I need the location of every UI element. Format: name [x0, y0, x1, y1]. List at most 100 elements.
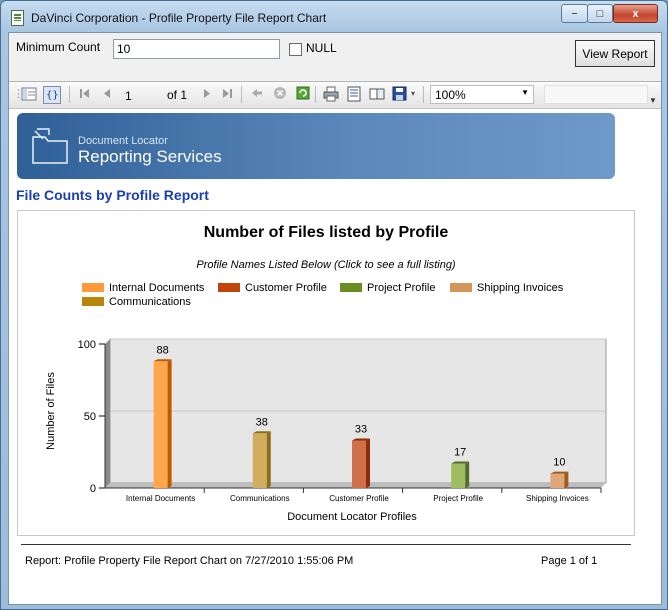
first-page-icon-graphic	[80, 89, 89, 98]
chart-legend: Internal Documents Customer Profile Projec…	[82, 282, 564, 308]
legend-label: Communications	[109, 296, 191, 308]
data-label: 17	[454, 447, 466, 459]
export-save-icon-graphic	[392, 86, 407, 101]
legend-swatch	[82, 297, 104, 306]
y-tick-label: 0	[90, 483, 96, 495]
bar[interactable]	[550, 473, 565, 488]
x-tick-label: Shipping Invoices	[526, 494, 589, 503]
y-axis-label: Number of Files	[45, 372, 57, 450]
toolbar-overflow-icon[interactable]: ▼	[649, 96, 657, 105]
null-label: NULL	[306, 41, 337, 55]
app-icon	[11, 10, 24, 26]
page-count-text: of 1	[167, 88, 188, 102]
close-button[interactable]: x	[613, 4, 658, 23]
data-label: 38	[256, 416, 268, 428]
x-tick-label: Customer Profile	[329, 494, 389, 503]
y-tick-label: 100	[78, 339, 96, 351]
title-bar[interactable]: DaVinci Corporation - Profile Property F…	[1, 1, 667, 33]
bar-side	[266, 431, 271, 488]
bar[interactable]	[352, 440, 366, 488]
view-report-button[interactable]: View Report	[575, 40, 655, 67]
refresh-icon-graphic	[296, 86, 310, 100]
export-save-icon[interactable]	[392, 86, 408, 102]
svg-text:{}: {}	[46, 90, 59, 101]
print-icon-graphic	[323, 86, 339, 102]
null-checkbox[interactable]	[289, 43, 302, 56]
data-label: 33	[355, 423, 367, 435]
client-area: Minimum Count NULL View Report ⋮ {} of 1	[8, 32, 662, 605]
back-icon-graphic	[252, 89, 262, 97]
plot-area: 0 50 100 88 Internal Documents 38 Communicatio…	[78, 338, 607, 503]
bar[interactable]	[451, 463, 466, 488]
toolbar-separator	[423, 86, 424, 103]
document-map-icon-graphic	[21, 87, 37, 101]
last-page-icon-graphic	[223, 89, 232, 98]
previous-page-icon[interactable]	[99, 86, 115, 102]
legend-swatch	[218, 283, 240, 292]
legend-label: Internal Documents	[109, 282, 205, 294]
toolbar-grip-icon: ⋮	[13, 88, 24, 100]
bar-chart: Number of Files listed by Profile Profil…	[45, 224, 607, 523]
report-canvas: Document Locator Reporting Services File…	[9, 109, 661, 604]
bar-side	[366, 438, 370, 488]
bar-side	[167, 359, 172, 488]
report-toolbar: ⋮ {} of 1	[9, 82, 661, 109]
print-layout-icon-graphic	[347, 86, 361, 102]
bar[interactable]	[252, 433, 267, 488]
next-page-icon[interactable]	[199, 86, 215, 102]
print-layout-icon[interactable]	[346, 86, 362, 102]
chevron-down-icon: ▼	[521, 88, 529, 97]
zoom-value: 100%	[435, 88, 466, 102]
minimize-button[interactable]: −	[561, 4, 588, 23]
parameters-toggle-icon-graphic: {}	[46, 90, 59, 101]
chart-title: Number of Files listed by Profile	[204, 224, 449, 241]
x-tick-label: Project Profile	[433, 494, 483, 503]
zoom-select[interactable]: 100% ▼	[430, 85, 534, 104]
stop-icon[interactable]	[272, 86, 288, 102]
report-viewer-window: DaVinci Corporation - Profile Property F…	[0, 0, 668, 610]
banner-title: Reporting Services	[78, 147, 222, 166]
legend-swatch	[340, 283, 362, 292]
legend-swatch	[450, 283, 472, 292]
stop-icon-graphic	[274, 87, 286, 99]
chart-subtitle[interactable]: Profile Names Listed Below (Click to see…	[196, 259, 456, 271]
parameters-panel: Minimum Count NULL View Report	[9, 33, 661, 82]
maximize-button[interactable]: □	[587, 4, 613, 23]
reporting-services-banner: Document Locator Reporting Services	[17, 113, 615, 179]
toolbar-separator	[69, 86, 70, 103]
find-input[interactable]	[544, 85, 648, 104]
footer-report-info: Report: Profile Property File Report Cha…	[25, 555, 354, 567]
data-label: 88	[156, 344, 168, 356]
export-dropdown-arrow-icon[interactable]: ▾	[409, 86, 417, 102]
toolbar-separator	[315, 86, 316, 103]
bar[interactable]	[153, 361, 168, 488]
legend-label: Project Profile	[367, 282, 435, 294]
last-page-icon[interactable]	[219, 86, 235, 102]
first-page-icon[interactable]	[77, 86, 93, 102]
page-number-input[interactable]	[123, 86, 167, 105]
document-map-icon[interactable]	[21, 86, 37, 102]
refresh-icon[interactable]	[295, 86, 311, 102]
footer-page-info: Page 1 of 1	[541, 555, 598, 567]
legend-label: Shipping Invoices	[477, 282, 564, 294]
back-icon[interactable]	[249, 86, 265, 102]
minimum-count-input[interactable]	[113, 39, 280, 59]
y-tick-label: 50	[84, 411, 96, 423]
next-page-icon-graphic	[204, 89, 210, 98]
plot-left-wall	[105, 339, 110, 488]
minimum-count-label: Minimum Count	[16, 40, 101, 54]
previous-page-icon-graphic	[104, 89, 110, 98]
toolbar-separator	[241, 86, 242, 103]
folder-logo-icon	[32, 128, 68, 164]
chart-container: Number of Files listed by Profile Profil…	[17, 210, 635, 536]
bar-side	[465, 461, 470, 488]
legend-swatch	[82, 283, 104, 292]
report-title: File Counts by Profile Report	[16, 187, 209, 203]
print-icon[interactable]	[323, 86, 339, 102]
page-setup-icon[interactable]	[369, 86, 385, 102]
bar-side	[564, 471, 569, 488]
footer-divider	[21, 544, 631, 545]
page-setup-icon-graphic	[369, 88, 385, 100]
parameters-toggle-icon[interactable]: {}	[43, 86, 61, 104]
x-tick-label: Internal Documents	[126, 494, 195, 503]
